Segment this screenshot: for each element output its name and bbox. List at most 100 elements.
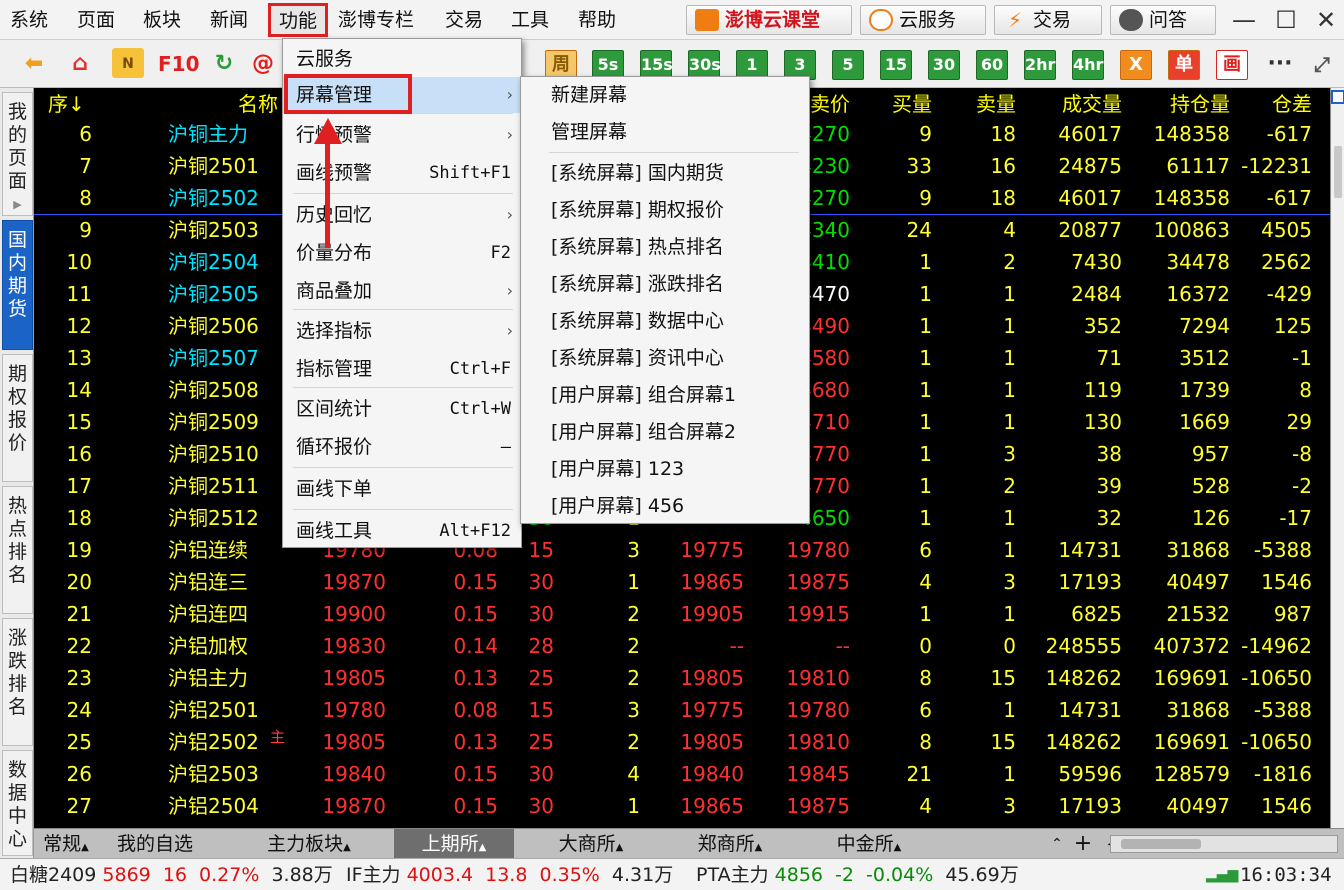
function-menu-item[interactable]: 价量分布 F2	[283, 235, 521, 271]
screen-submenu-item[interactable]: [用户屏幕] 组合屏幕2	[521, 414, 809, 450]
table-row[interactable]: 22 沪铝加权 19830 0.14 28 2 -- -- 0 0 248555 407372 -149…	[34, 630, 1330, 662]
col-header-index[interactable]: 序↓	[48, 88, 85, 120]
screen-submenu-item[interactable]: [系统屏幕] 资讯中心	[521, 340, 809, 376]
function-menu-item[interactable]: 选择指标 ›	[283, 313, 521, 349]
function-menu-item[interactable]: 区间统计 Ctrl+W	[283, 391, 521, 427]
col-header-bid-vol[interactable]: 买量	[854, 88, 932, 120]
more-icon[interactable]: ···	[1264, 48, 1296, 80]
table-row[interactable]: 23 沪铝主力 19805 0.13 25 2 19805 19810 8 15 148262 169…	[34, 662, 1330, 694]
col-header-volume[interactable]: 成交量	[1020, 88, 1122, 120]
screen-submenu-item[interactable]: [系统屏幕] 国内期货	[521, 155, 809, 191]
menu-system[interactable]: 系统	[10, 0, 48, 40]
tab-my-watchlist[interactable]: 我的自选	[100, 829, 210, 859]
menu-pengbo-column[interactable]: 澎博专栏	[338, 0, 414, 40]
screen-submenu-item[interactable]: 管理屏幕	[521, 114, 809, 150]
horizontal-scroll-thumb[interactable]	[1121, 839, 1201, 849]
col-header-open-interest[interactable]: 持仓量	[1124, 88, 1230, 120]
screen-submenu-item[interactable]: [用户屏幕] 123	[521, 451, 809, 487]
tab-hot-ranking[interactable]: 热点排名	[2, 486, 33, 614]
add-tab-icon[interactable]: +	[1070, 829, 1096, 859]
menu-sector[interactable]: 板块	[143, 0, 181, 40]
menu-help[interactable]: 帮助	[578, 0, 616, 40]
close-chart-button[interactable]: X	[1120, 50, 1152, 80]
collapse-icon[interactable]: ⌃	[1042, 829, 1072, 859]
table-row[interactable]: 20 沪铝连三 19870 0.15 30 1 19865 19875 4 3 17193 40497…	[34, 566, 1330, 598]
table-row[interactable]: 26 沪铝2503 19840 0.15 30 4 19840 19845 21 1 59596 12…	[34, 758, 1330, 790]
table-row[interactable]: 21 沪铝连四 19900 0.15 30 2 19905 19915 1 1 6825 21532 9…	[34, 598, 1330, 630]
refresh-icon[interactable]: ↻	[208, 48, 240, 80]
pengbo-classroom-button[interactable]: 澎博云课堂	[686, 5, 852, 35]
ticker-sugar[interactable]: 白糖2409 5869 16 0.27% 3.88万	[10, 859, 333, 890]
f10-button[interactable]: F10	[158, 48, 200, 80]
screen-submenu-item[interactable]: [系统屏幕] 涨跌排名	[521, 266, 809, 302]
function-menu-item[interactable]: 历史回忆 ›	[283, 197, 521, 233]
screen-submenu-item[interactable]: [用户屏幕] 456	[521, 488, 809, 524]
menu-trade[interactable]: 交易	[445, 0, 483, 40]
period-15m-button[interactable]: 15	[880, 50, 912, 80]
table-row[interactable]: 19 沪铝连续 19780 0.08 15 3 19775 19780 6 1 14731 31868…	[34, 534, 1330, 566]
cell-oi: 126	[1191, 506, 1230, 530]
tab-change-ranking[interactable]: 涨跌排名	[2, 618, 33, 746]
column-settings-icon[interactable]	[1331, 90, 1344, 104]
period-4hr-button[interactable]: 4hr	[1072, 50, 1104, 80]
tab-main-sector[interactable]: 主力板块▲	[246, 829, 372, 859]
horizontal-scrollbar[interactable]	[1110, 835, 1338, 853]
table-row[interactable]: 25 沪铝2502 19805 0.13 25 2 19805 19810 8 15 148262 1…	[34, 726, 1330, 758]
close-icon[interactable]: ✕	[1308, 4, 1344, 36]
menubar: 系统 页面 板块 新闻 功能 澎博专栏 交易 工具 帮助 澎博云课堂 云服务 ⚡…	[0, 0, 1344, 40]
function-menu-item[interactable]: 指标管理 Ctrl+F	[283, 351, 521, 387]
function-menu-item[interactable]: 云服务	[283, 41, 521, 77]
function-menu-item[interactable]: 画线下单	[283, 471, 521, 507]
cloud-service-button[interactable]: 云服务	[860, 5, 986, 35]
cell-name: 沪铝2501	[168, 698, 259, 722]
tab-domestic-futures[interactable]: 国内期货	[2, 220, 33, 350]
menu-function[interactable]: 功能	[268, 3, 329, 37]
tab-my-page[interactable]: 我的页面 ▶	[2, 92, 33, 216]
scroll-thumb[interactable]	[1334, 146, 1342, 198]
tab-czce[interactable]: 郑商所▲	[670, 829, 790, 859]
tab-general[interactable]: 常规▲	[34, 829, 98, 859]
draw-button[interactable]: 画	[1216, 50, 1248, 80]
screen-submenu-item[interactable]: [系统屏幕] 数据中心	[521, 303, 809, 339]
tab-option-quotes[interactable]: 期权报价	[2, 354, 33, 482]
screen-submenu-item[interactable]: [系统屏幕] 期权报价	[521, 192, 809, 228]
screen-submenu-item[interactable]: [用户屏幕] 组合屏幕1	[521, 377, 809, 413]
partial-icon[interactable]: @	[252, 48, 274, 80]
function-menu-item[interactable]: 商品叠加 ›	[283, 273, 521, 309]
function-menu-item[interactable]: 循环报价 –	[283, 429, 521, 465]
cell-n: 27	[66, 794, 92, 818]
tab-shfe[interactable]: 上期所▲	[394, 829, 514, 859]
table-row[interactable]: 27 沪铝2504 19870 0.15 30 1 19865 19875 4 3 17193 404…	[34, 790, 1330, 822]
period-2hr-button[interactable]: 2hr	[1024, 50, 1056, 80]
home-icon[interactable]: ⌂	[64, 48, 96, 80]
period-30m-button[interactable]: 30	[928, 50, 960, 80]
menu-tools[interactable]: 工具	[511, 0, 549, 40]
col-header-name[interactable]: 名称	[238, 88, 278, 120]
function-menu-item[interactable]: 画线预警 Shift+F1	[283, 155, 521, 191]
col-header-ask-vol[interactable]: 卖量	[934, 88, 1016, 120]
ticker-pta[interactable]: PTA主力 4856 -2 -0.04% 45.69万	[696, 859, 1019, 890]
vertical-scrollbar[interactable]	[1330, 88, 1344, 828]
order-button[interactable]: 单	[1168, 50, 1200, 80]
screen-submenu-item[interactable]: [系统屏幕] 热点排名	[521, 229, 809, 265]
period-60m-button[interactable]: 60	[976, 50, 1008, 80]
expand-icon[interactable]: ⤢	[1306, 48, 1338, 80]
table-row[interactable]: 24 沪铝2501 19780 0.08 15 3 19775 19780 6 1 14731 318…	[34, 694, 1330, 726]
function-menu-item[interactable]: 画线工具 Alt+F12	[283, 513, 521, 549]
tab-cffex[interactable]: 中金所▲	[810, 829, 928, 859]
cell-n: 24	[66, 698, 92, 722]
period-5m-button[interactable]: 5	[832, 50, 864, 80]
tab-data-center[interactable]: 数据中心	[2, 750, 33, 856]
maximize-icon[interactable]: ☐	[1268, 4, 1304, 36]
menu-news[interactable]: 新闻	[210, 0, 248, 40]
minimize-icon[interactable]: —	[1226, 4, 1262, 36]
tab-dce[interactable]: 大商所▲	[532, 829, 650, 859]
menu-page[interactable]: 页面	[77, 0, 115, 40]
qa-button[interactable]: 问答	[1110, 5, 1216, 35]
trade-button[interactable]: ⚡ 交易	[994, 5, 1102, 35]
ticker-if[interactable]: IF主力 4003.4 13.8 0.35% 4.31万	[346, 859, 673, 890]
col-header-oi-change[interactable]: 仓差	[1230, 88, 1312, 120]
notebook-icon[interactable]: N	[112, 48, 144, 78]
back-arrow-icon[interactable]: ⬅	[18, 48, 50, 80]
screen-submenu-item[interactable]: 新建屏幕	[521, 77, 809, 113]
